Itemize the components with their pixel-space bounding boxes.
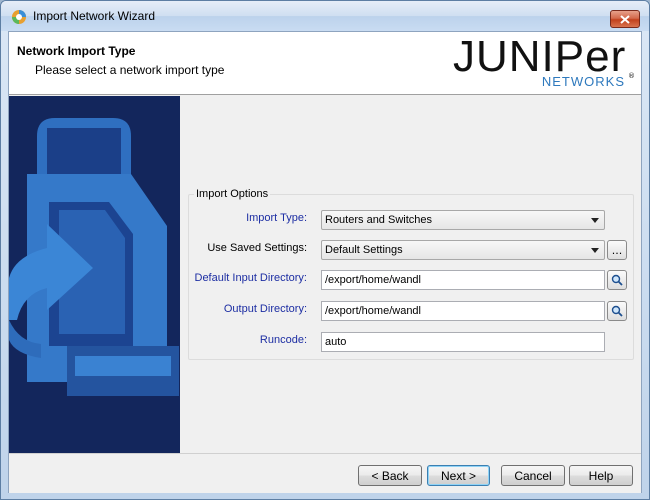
import-arrow-icon bbox=[9, 118, 179, 396]
saved-settings-value: Default Settings bbox=[325, 244, 403, 256]
input-directory-label: Default Input Directory: bbox=[194, 272, 308, 284]
ellipsis-icon: ... bbox=[611, 243, 623, 257]
import-type-label: Import Type: bbox=[246, 212, 307, 224]
runcode-label: Runcode: bbox=[259, 334, 307, 346]
chevron-down-icon bbox=[591, 248, 599, 253]
next-button[interactable]: Next > bbox=[427, 465, 490, 486]
page-title: Network Import Type bbox=[17, 44, 136, 58]
search-icon bbox=[611, 274, 623, 286]
output-directory-value: /export/home/wandl bbox=[325, 305, 421, 317]
saved-settings-browse-button[interactable]: ... bbox=[607, 240, 627, 260]
title-bar[interactable]: Import Network Wizard bbox=[1, 1, 649, 31]
juniper-logo: JUNIPer NETWORKS ® bbox=[453, 32, 635, 92]
app-icon bbox=[12, 10, 26, 24]
cancel-button[interactable]: Cancel bbox=[501, 465, 565, 486]
input-directory-field[interactable]: /export/home/wandl bbox=[321, 270, 605, 290]
runcode-field[interactable]: auto bbox=[321, 332, 605, 352]
close-button[interactable] bbox=[610, 10, 640, 28]
output-directory-field[interactable]: /export/home/wandl bbox=[321, 301, 605, 321]
output-directory-browse-button[interactable] bbox=[607, 301, 627, 321]
input-directory-browse-button[interactable] bbox=[607, 270, 627, 290]
runcode-value: auto bbox=[325, 336, 347, 348]
window-title: Import Network Wizard bbox=[33, 9, 156, 23]
help-button[interactable]: Help bbox=[569, 465, 633, 486]
import-type-value: Routers and Switches bbox=[325, 214, 432, 226]
wizard-content: Network Import Type Please select a netw… bbox=[8, 31, 642, 493]
logo-networks: NETWORKS bbox=[541, 74, 625, 89]
input-directory-value: /export/home/wandl bbox=[325, 274, 421, 286]
wizard-footer: < Back Next > Cancel Help bbox=[9, 453, 641, 493]
import-options-legend: Import Options bbox=[194, 188, 271, 200]
close-icon bbox=[620, 14, 630, 24]
wizard-header: Network Import Type Please select a netw… bbox=[9, 32, 641, 95]
output-directory-label: Output Directory: bbox=[223, 303, 307, 315]
saved-settings-select[interactable]: Default Settings bbox=[321, 240, 605, 260]
wizard-side-graphic bbox=[9, 96, 180, 453]
import-type-select[interactable]: Routers and Switches bbox=[321, 210, 605, 230]
saved-settings-label: Use Saved Settings: bbox=[207, 242, 307, 254]
logo-registered-mark: ® bbox=[628, 72, 635, 80]
chevron-down-icon bbox=[591, 218, 599, 223]
page-subtitle: Please select a network import type bbox=[35, 63, 225, 77]
search-icon bbox=[611, 305, 623, 317]
back-button[interactable]: < Back bbox=[358, 465, 422, 486]
wizard-main-panel: Import Options Import Type: Routers and … bbox=[180, 96, 641, 453]
import-options-group: Import Options Import Type: Routers and … bbox=[188, 188, 634, 360]
wizard-window: Import Network Wizard Network Import Typ… bbox=[0, 0, 650, 500]
